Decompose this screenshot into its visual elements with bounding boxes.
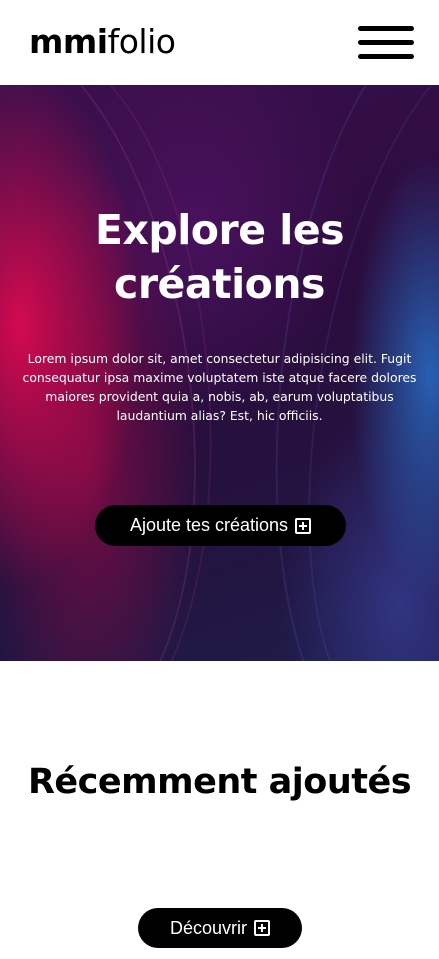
discover-button[interactable]: Découvrir [138, 908, 302, 948]
hero-title-line: créations [114, 260, 325, 308]
recent-section-title: Récemment ajoutés [27, 762, 412, 802]
add-creations-label: Ajoute tes créations [129, 515, 289, 535]
hamburger-menu-icon[interactable] [358, 24, 414, 62]
site-logo[interactable]: mmifolio [29, 22, 176, 62]
menu-bar [358, 54, 414, 59]
hero-title-line: Explore les [94, 206, 345, 254]
site-header: mmifolio [0, 0, 439, 85]
plus-square-icon [295, 517, 312, 534]
hero-description: Lorem ipsum dolor sit, amet consectetur … [22, 351, 417, 423]
discover-label: Découvrir [169, 917, 248, 938]
logo-light-part: folio [107, 22, 176, 61]
menu-bar [358, 26, 414, 31]
add-creations-button[interactable]: Ajoute tes créations [95, 505, 346, 546]
menu-bar [358, 40, 414, 45]
plus-square-icon [254, 920, 271, 936]
hero-banner: Explore les créations Lorem ipsum dolor … [0, 85, 439, 661]
hero-title: Explore les créations [0, 203, 439, 311]
logo-bold-part: mmi [29, 22, 108, 61]
